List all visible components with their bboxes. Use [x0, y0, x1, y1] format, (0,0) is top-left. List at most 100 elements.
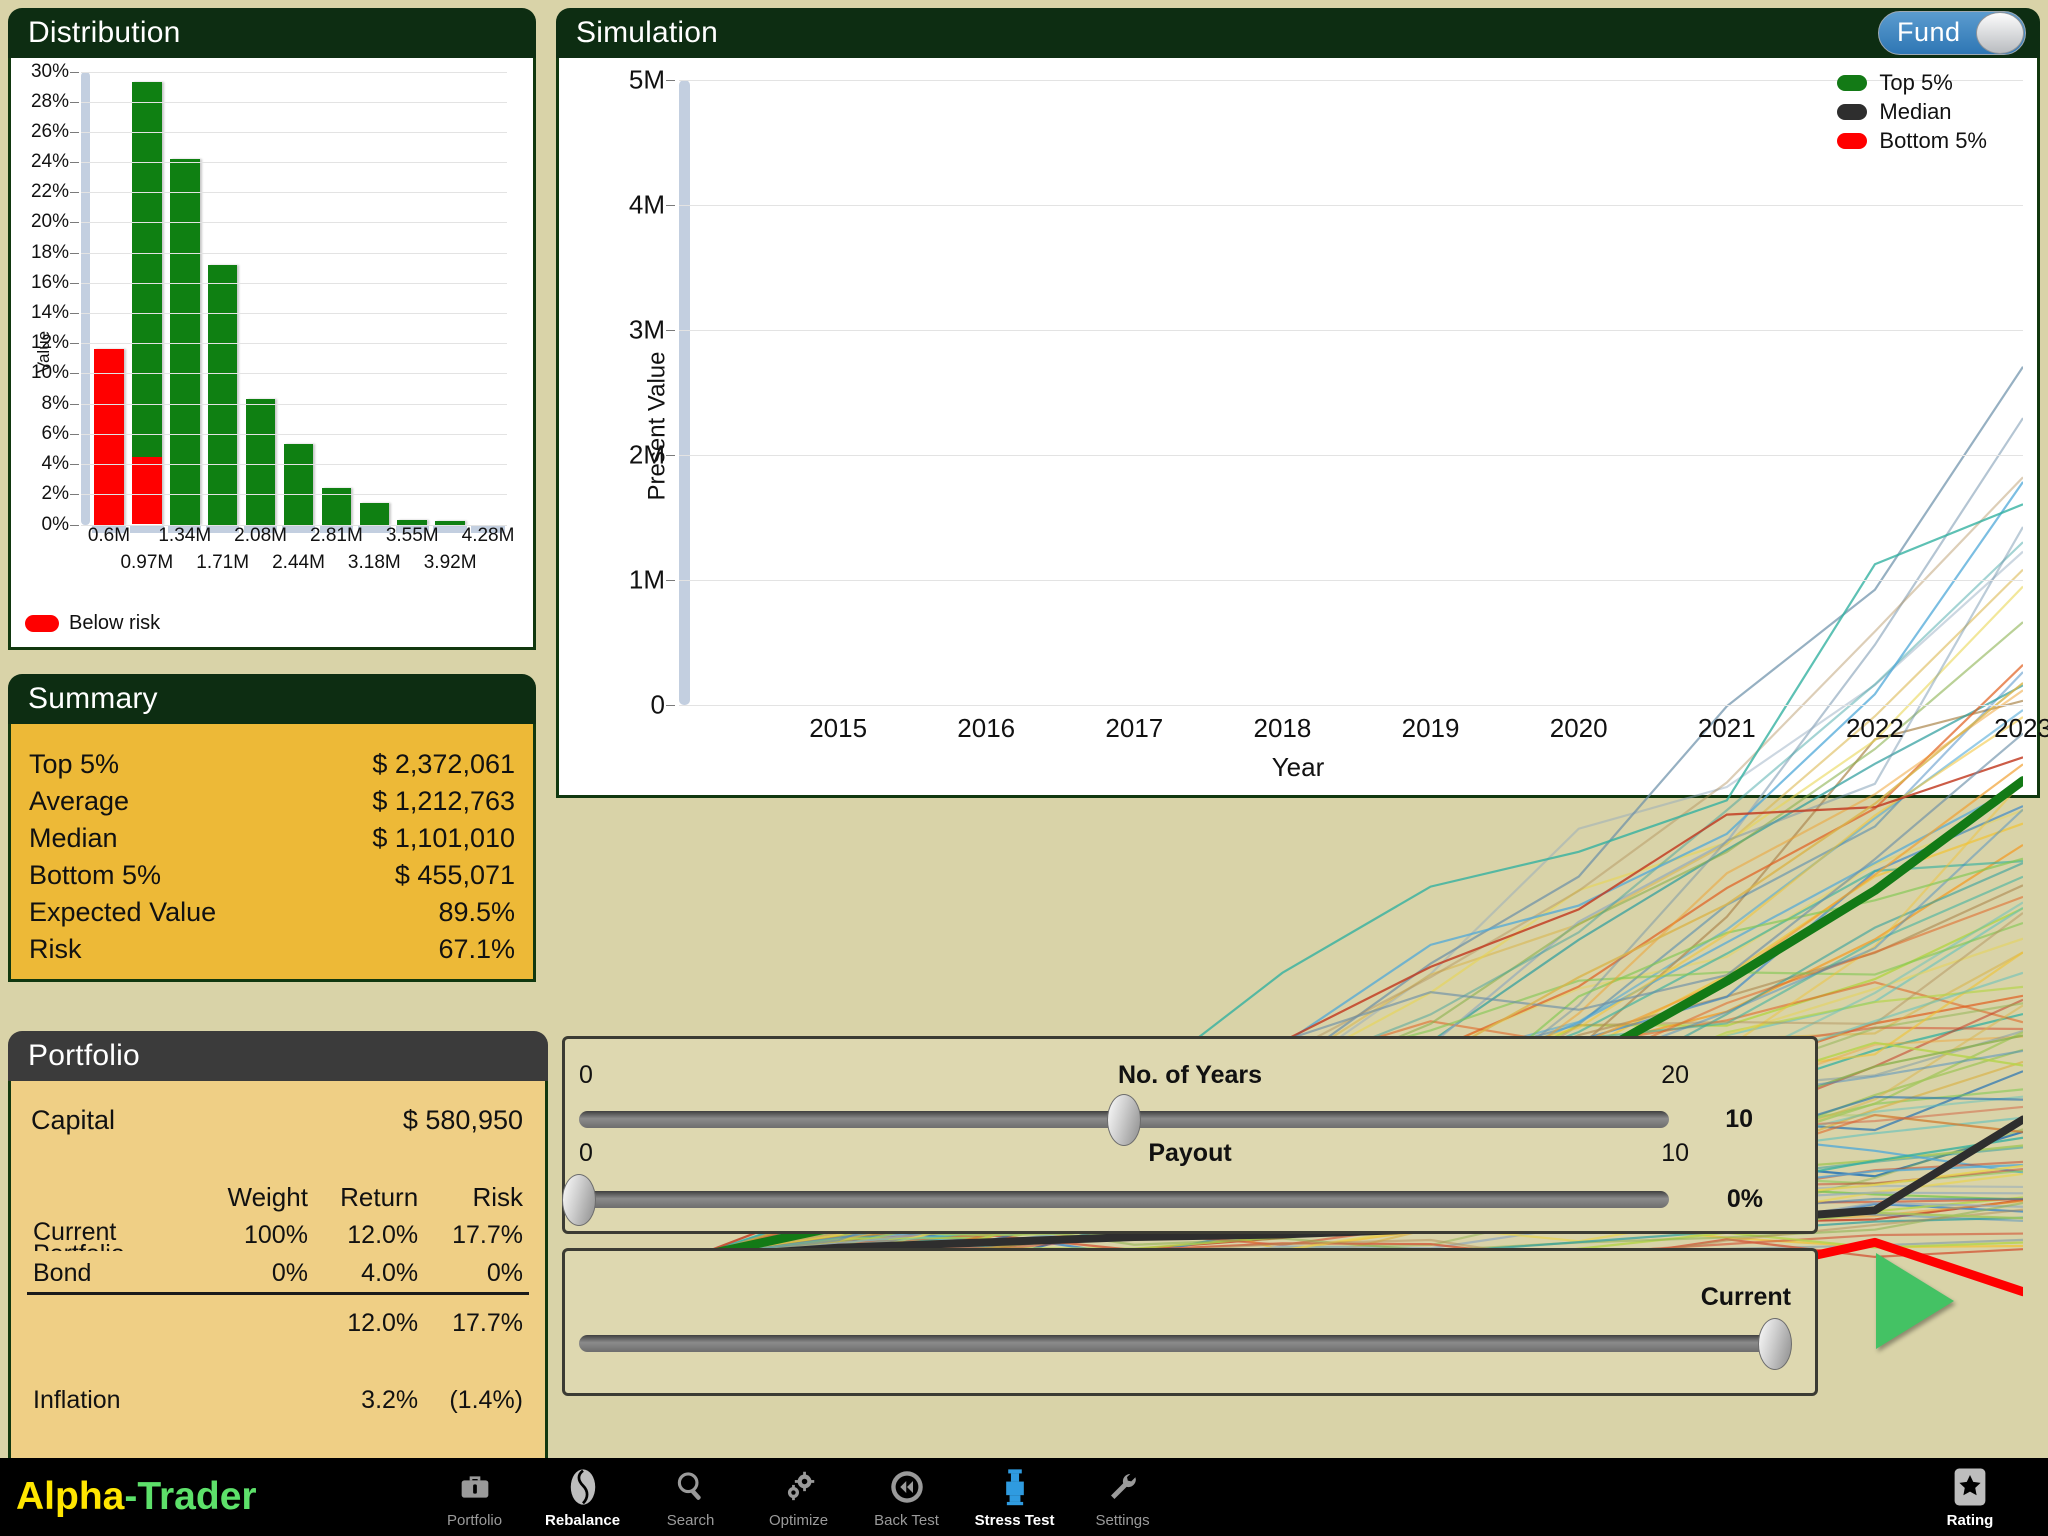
- simulation-title-bar: Simulation Fund: [556, 8, 2040, 58]
- simulation-panel: Simulation Fund Present Value 0 1M 2M 3M 4M 5…: [556, 8, 2048, 798]
- taskbar-item-portfolio[interactable]: Portfolio: [421, 1465, 529, 1529]
- distribution-bar-slot: [90, 72, 128, 533]
- distribution-tick-mark: [70, 524, 79, 526]
- portfolio-col-name: [27, 1178, 201, 1217]
- simulation-x-tick: 2021: [1697, 712, 1756, 743]
- portfolio-row-name: Current Portfolio: [33, 1220, 125, 1251]
- distribution-bars: [90, 72, 507, 533]
- search-icon[interactable]: [674, 1465, 708, 1509]
- distribution-bar: [245, 399, 276, 525]
- summary-panel: Summary Top 5% $ 2,372,061 Average $ 1,212,…: [8, 674, 536, 982]
- payout-slider-title: Payout: [1148, 1139, 1232, 1167]
- distribution-chart: Value 0% 2% 4% 6% 8% 10% 12% 14% 16% 18% 20% 22% 24%…: [8, 57, 536, 650]
- summary-row: Risk 67.1%: [25, 931, 519, 968]
- distribution-plot-area: 0% 2% 4% 6% 8% 10% 12% 14% 16% 18% 20% 22% 24% 26% 28%…: [31, 61, 507, 535]
- payout-slider-min: 0: [579, 1139, 593, 1167]
- fund-toggle[interactable]: Fund: [1878, 10, 2026, 55]
- distribution-gridline: [81, 403, 507, 405]
- summary-body: Top 5% $ 2,372,061 Average $ 1,212,763 Media…: [8, 723, 536, 982]
- summary-row-label: Top 5%: [29, 748, 120, 779]
- simulation-gridline: [679, 704, 2023, 706]
- distribution-x-tick: 3.92M: [423, 551, 477, 573]
- distribution-tick-mark: [70, 192, 79, 194]
- below-risk-swatch-icon: [25, 614, 59, 632]
- simulation-y-axis-label: Present Value: [643, 351, 671, 501]
- simulation-x-tick: 2019: [1401, 712, 1460, 743]
- taskbar-item-optimize[interactable]: Optimize: [745, 1465, 853, 1529]
- distribution-y-tick: 30%: [30, 60, 69, 82]
- distribution-x-tick: 2.81M: [310, 524, 363, 546]
- distribution-y-tick: 16%: [30, 271, 69, 293]
- simulation-gridline: [679, 79, 2023, 81]
- portfolio-cell-weight: [200, 1291, 314, 1342]
- distribution-legend: Below risk: [25, 612, 160, 635]
- taskbar-item-rebalance[interactable]: Rebalance: [529, 1465, 637, 1529]
- simulation-y-tick: 0: [650, 689, 665, 719]
- distribution-x-tick: 3.55M: [385, 524, 439, 546]
- distribution-y-tick: 22%: [30, 181, 69, 203]
- star-icon[interactable]: [1951, 1465, 1989, 1509]
- distribution-x-tick: 0.6M: [87, 524, 131, 546]
- portfolio-title: Portfolio: [8, 1031, 548, 1081]
- distribution-gridline: [81, 282, 507, 284]
- scenario-slider-track[interactable]: [579, 1335, 1775, 1352]
- portfolio-cell-weight: 100%: [244, 1221, 308, 1249]
- distribution-bar-slot: [128, 72, 166, 533]
- payout-slider-track[interactable]: [579, 1191, 1669, 1208]
- simulation-x-axis-title: Year: [1271, 751, 1325, 782]
- briefcase-icon[interactable]: [458, 1465, 492, 1509]
- distribution-panel: Distribution Value 0% 2% 4% 6% 8% 10% 12% 14% 16…: [8, 8, 536, 650]
- distribution-x-tick: 0.97M: [120, 551, 174, 573]
- portfolio-cell-weight: [201, 1342, 314, 1419]
- simulation-tick-mark: [666, 579, 675, 581]
- payout-slider-knob[interactable]: [562, 1174, 596, 1226]
- simulation-legend-item: Top 5%: [1837, 70, 1987, 96]
- simulation-gridline: [679, 329, 2023, 331]
- rewind-icon[interactable]: [889, 1465, 925, 1509]
- portfolio-cell-name: Current Portfolio: [27, 1217, 201, 1255]
- portfolio-cell-name: Inflation: [27, 1342, 201, 1419]
- simulation-y-axis-band: [679, 79, 690, 705]
- gears-icon[interactable]: [781, 1465, 817, 1509]
- portfolio-table-header: Weight Return Risk: [27, 1178, 529, 1217]
- portfolio-capital-label: Capital: [31, 1104, 116, 1135]
- distribution-bar-slot: [431, 72, 469, 533]
- distribution-gridline: [81, 464, 507, 466]
- taskbar-item-rating[interactable]: Rating: [1916, 1465, 2024, 1529]
- portfolio-capital-value: $ 580,950: [402, 1104, 523, 1135]
- years-slider-min: 0: [579, 1061, 593, 1089]
- taskbar-item-back-test[interactable]: Back Test: [853, 1465, 961, 1529]
- portfolio-cell-return: 12.0%: [313, 1291, 425, 1342]
- simulation-y-tick: 4M: [628, 189, 665, 219]
- taskbar-item-stress-test[interactable]: Stress Test: [961, 1465, 1069, 1529]
- wrench-icon[interactable]: [1107, 1465, 1139, 1509]
- simulation-x-axis-labels: 2015 2016 2017 2018 2019 2020 2021 2022 2023: [690, 712, 2048, 747]
- simulation-x-tick: 2022: [1845, 712, 1904, 743]
- taskbar-item-search[interactable]: Search: [637, 1465, 745, 1529]
- taskbar-item-settings[interactable]: Settings: [1069, 1465, 1177, 1529]
- summary-row-value: $ 455,071: [394, 859, 515, 890]
- simulation-gridline: [679, 454, 2023, 456]
- fund-toggle-knob-icon[interactable]: [1976, 11, 2024, 54]
- simulation-tick-mark: [666, 454, 675, 456]
- yinyang-icon[interactable]: [566, 1465, 600, 1509]
- distribution-tick-mark: [70, 71, 79, 73]
- distribution-gridline: [81, 131, 507, 133]
- distribution-gridline: [81, 101, 507, 103]
- portfolio-cell-weight: 0%: [271, 1258, 308, 1287]
- simulation-legend-label: Top 5%: [1879, 69, 1953, 95]
- summary-row: Expected Value 89.5%: [25, 894, 519, 931]
- portfolio-cell-risk: 17.7%: [424, 1291, 529, 1342]
- taskbar-item-label: Rating: [1946, 1512, 1994, 1529]
- distribution-title: Distribution: [8, 8, 536, 58]
- distribution-bar-slot: [242, 72, 280, 533]
- distribution-y-tick: 6%: [41, 422, 69, 444]
- portfolio-col-risk: Risk: [472, 1181, 523, 1212]
- taskbar: Alpha-Trader Portfolio Rebalance Search Opt…: [0, 1458, 2048, 1536]
- scenario-slider-knob[interactable]: [1758, 1318, 1792, 1370]
- distribution-y-tick: 18%: [30, 241, 69, 263]
- distribution-bar-slot: [166, 72, 204, 533]
- flask-icon[interactable]: [1002, 1465, 1028, 1509]
- run-simulation-button[interactable]: [1876, 1253, 1954, 1349]
- distribution-tick-mark: [70, 403, 79, 405]
